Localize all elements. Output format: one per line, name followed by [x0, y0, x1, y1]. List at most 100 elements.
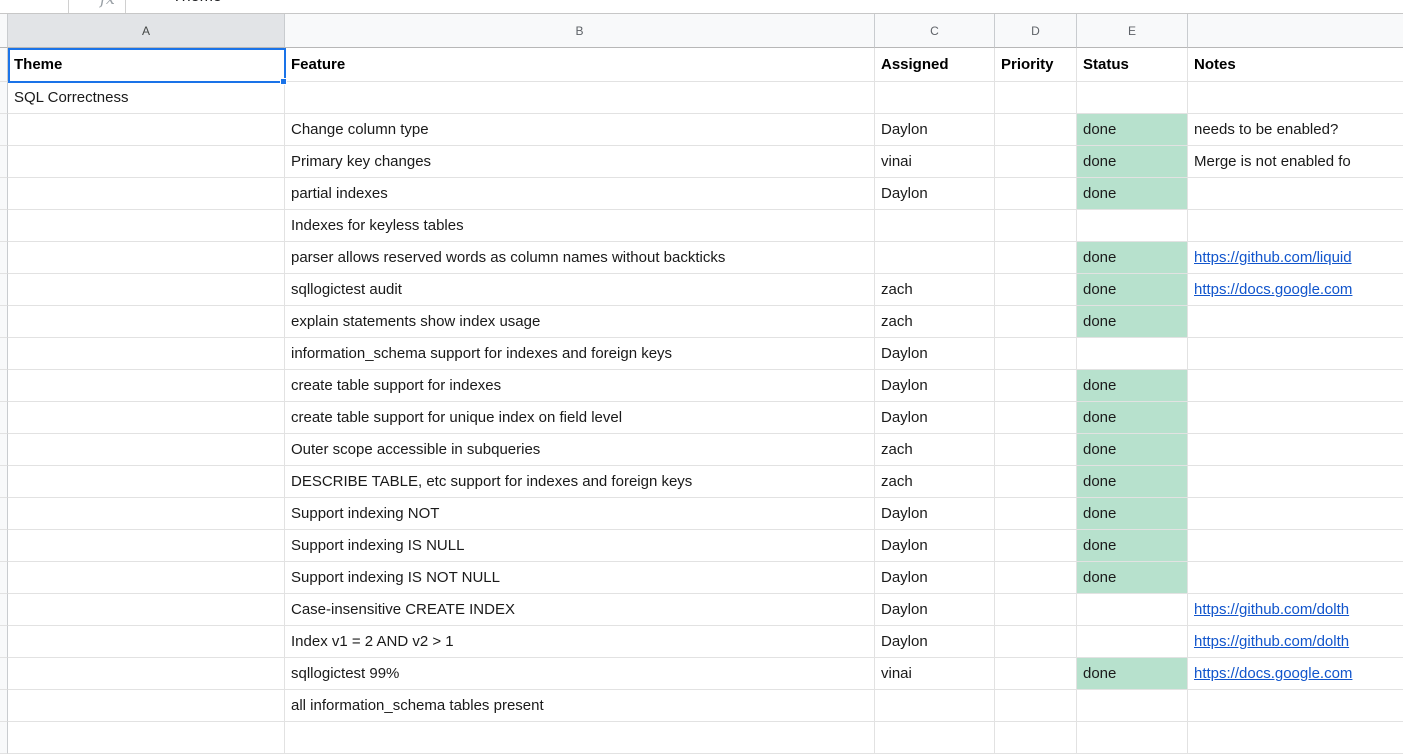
cell-priority[interactable] [995, 338, 1077, 370]
cell-assigned[interactable] [875, 210, 995, 242]
cell-theme[interactable] [8, 402, 285, 434]
cell-assigned[interactable]: zach [875, 466, 995, 498]
cell-theme[interactable] [8, 466, 285, 498]
cell-priority[interactable] [995, 114, 1077, 146]
cell-priority[interactable] [995, 434, 1077, 466]
cell-status[interactable] [1077, 594, 1188, 626]
cell-status[interactable] [1077, 82, 1188, 114]
cell-feature[interactable]: all information_schema tables present [285, 690, 875, 722]
cell-assigned[interactable]: zach [875, 306, 995, 338]
cell-notes[interactable] [1188, 466, 1403, 498]
cell-notes[interactable]: https://docs.google.com [1188, 658, 1403, 690]
cell-assigned[interactable]: Daylon [875, 178, 995, 210]
cell-feature[interactable]: DESCRIBE TABLE, etc support for indexes … [285, 466, 875, 498]
cell-notes[interactable] [1188, 562, 1403, 594]
cell-status[interactable]: done [1077, 146, 1188, 178]
cell-theme[interactable] [8, 114, 285, 146]
cell-priority[interactable] [995, 658, 1077, 690]
cell-feature[interactable]: Outer scope accessible in subqueries [285, 434, 875, 466]
cell-status[interactable] [1077, 210, 1188, 242]
cell-notes[interactable]: https://github.com/dolth [1188, 594, 1403, 626]
cell-assigned[interactable]: Daylon [875, 562, 995, 594]
cell-notes[interactable] [1188, 434, 1403, 466]
column-header-d[interactable]: D [995, 14, 1077, 48]
cell-theme[interactable] [8, 242, 285, 274]
cell-status[interactable]: done [1077, 562, 1188, 594]
cell-theme[interactable] [8, 306, 285, 338]
cell-notes[interactable]: https://docs.google.com [1188, 274, 1403, 306]
cell-notes[interactable] [1188, 338, 1403, 370]
cell-assigned[interactable]: Daylon [875, 594, 995, 626]
cell-feature[interactable]: information_schema support for indexes a… [285, 338, 875, 370]
cell-status[interactable]: done [1077, 306, 1188, 338]
cell-feature[interactable]: Indexes for keyless tables [285, 210, 875, 242]
cell-assigned-header[interactable]: Assigned [875, 48, 995, 82]
cell-assigned[interactable]: vinai [875, 146, 995, 178]
cell-feature[interactable]: parser allows reserved words as column n… [285, 242, 875, 274]
cell-feature[interactable]: Support indexing NOT [285, 498, 875, 530]
cell-assigned[interactable] [875, 242, 995, 274]
cell-theme[interactable] [8, 210, 285, 242]
cell-theme[interactable] [8, 562, 285, 594]
cell-feature[interactable]: Support indexing IS NULL [285, 530, 875, 562]
cell-status[interactable]: done [1077, 370, 1188, 402]
column-header-c[interactable]: C [875, 14, 995, 48]
cell-theme[interactable] [8, 178, 285, 210]
cell-status[interactable]: done [1077, 466, 1188, 498]
column-header-a[interactable]: A [8, 14, 285, 48]
cell-assigned[interactable]: Daylon [875, 338, 995, 370]
cell-feature-header[interactable]: Feature [285, 48, 875, 82]
cell-notes[interactable] [1188, 210, 1403, 242]
cell-status[interactable] [1077, 690, 1188, 722]
cell-theme[interactable] [8, 370, 285, 402]
cell-feature[interactable]: sqllogictest audit [285, 274, 875, 306]
cell-status[interactable]: done [1077, 530, 1188, 562]
cell-theme[interactable] [8, 338, 285, 370]
cell-assigned[interactable]: Daylon [875, 498, 995, 530]
cell-priority[interactable] [995, 370, 1077, 402]
cell-assigned[interactable]: vinai [875, 658, 995, 690]
cell-status[interactable]: done [1077, 402, 1188, 434]
cell-feature[interactable]: Case-insensitive CREATE INDEX [285, 594, 875, 626]
cell-notes[interactable]: Merge is not enabled fo [1188, 146, 1403, 178]
cell-status[interactable] [1077, 338, 1188, 370]
cell-status-header[interactable]: Status [1077, 48, 1188, 82]
cell-assigned[interactable]: Daylon [875, 402, 995, 434]
cell-notes[interactable]: https://github.com/liquid [1188, 242, 1403, 274]
cell-theme[interactable] [8, 146, 285, 178]
cell-assigned[interactable]: Daylon [875, 114, 995, 146]
cell-priority[interactable] [995, 274, 1077, 306]
cell-status[interactable]: done [1077, 114, 1188, 146]
cell-feature[interactable]: create table support for unique index on… [285, 402, 875, 434]
cell-theme[interactable] [8, 594, 285, 626]
cell-priority[interactable] [995, 402, 1077, 434]
cell-feature[interactable]: sqllogictest 99% [285, 658, 875, 690]
cell-priority[interactable] [995, 210, 1077, 242]
cell-status[interactable]: done [1077, 242, 1188, 274]
cell-notes[interactable] [1188, 690, 1403, 722]
cell-priority[interactable] [995, 242, 1077, 274]
cell-status[interactable]: done [1077, 274, 1188, 306]
cell-priority-header[interactable]: Priority [995, 48, 1077, 82]
column-header-b[interactable]: B [285, 14, 875, 48]
cell-priority[interactable] [995, 178, 1077, 210]
cell-feature[interactable]: partial indexes [285, 178, 875, 210]
cell-priority[interactable] [995, 466, 1077, 498]
cell-status[interactable]: done [1077, 178, 1188, 210]
cell-status[interactable]: done [1077, 434, 1188, 466]
cell-priority[interactable] [995, 306, 1077, 338]
cell-notes[interactable] [1188, 82, 1403, 114]
cell-assigned[interactable]: Daylon [875, 626, 995, 658]
cell-feature[interactable]: create table support for indexes [285, 370, 875, 402]
cell-theme[interactable]: SQL Correctness [8, 82, 285, 114]
cell-theme[interactable] [8, 434, 285, 466]
cell-assigned[interactable] [875, 690, 995, 722]
cell-feature[interactable] [285, 82, 875, 114]
cell-feature[interactable]: Primary key changes [285, 146, 875, 178]
cell-status[interactable] [1077, 626, 1188, 658]
cell-theme[interactable] [8, 498, 285, 530]
cell-assigned[interactable]: Daylon [875, 530, 995, 562]
cell-priority[interactable] [995, 690, 1077, 722]
cell-assigned[interactable]: Daylon [875, 370, 995, 402]
cell-assigned[interactable]: zach [875, 434, 995, 466]
